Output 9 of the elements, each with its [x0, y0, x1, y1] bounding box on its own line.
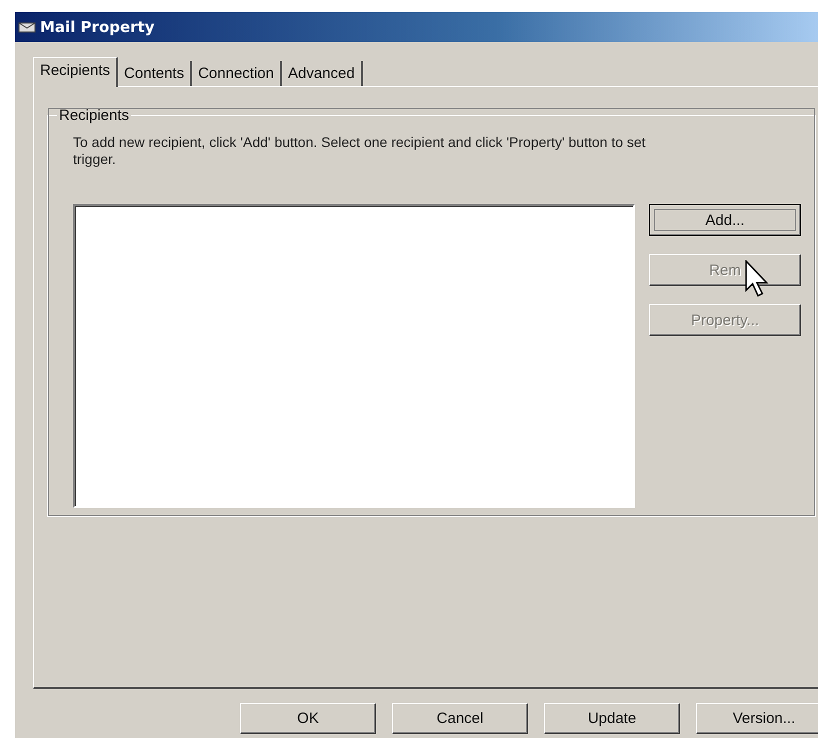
window-title: Mail Property: [40, 18, 155, 36]
instructions: To add new recipient, click 'Add' button. Select one recipient and click 'Property' button to set trigger.: [73, 134, 647, 168]
dialog-button[interactable]: Add...: [649, 204, 801, 236]
dialog-button[interactable]: OK: [240, 703, 376, 734]
dialog-button[interactable]: Cancel: [392, 703, 528, 734]
dialog-button[interactable]: Update: [544, 703, 680, 734]
tab[interactable]: Recipients: [33, 57, 118, 87]
dialog-button[interactable]: Version...: [696, 703, 818, 734]
group-title: Recipients: [58, 107, 130, 124]
